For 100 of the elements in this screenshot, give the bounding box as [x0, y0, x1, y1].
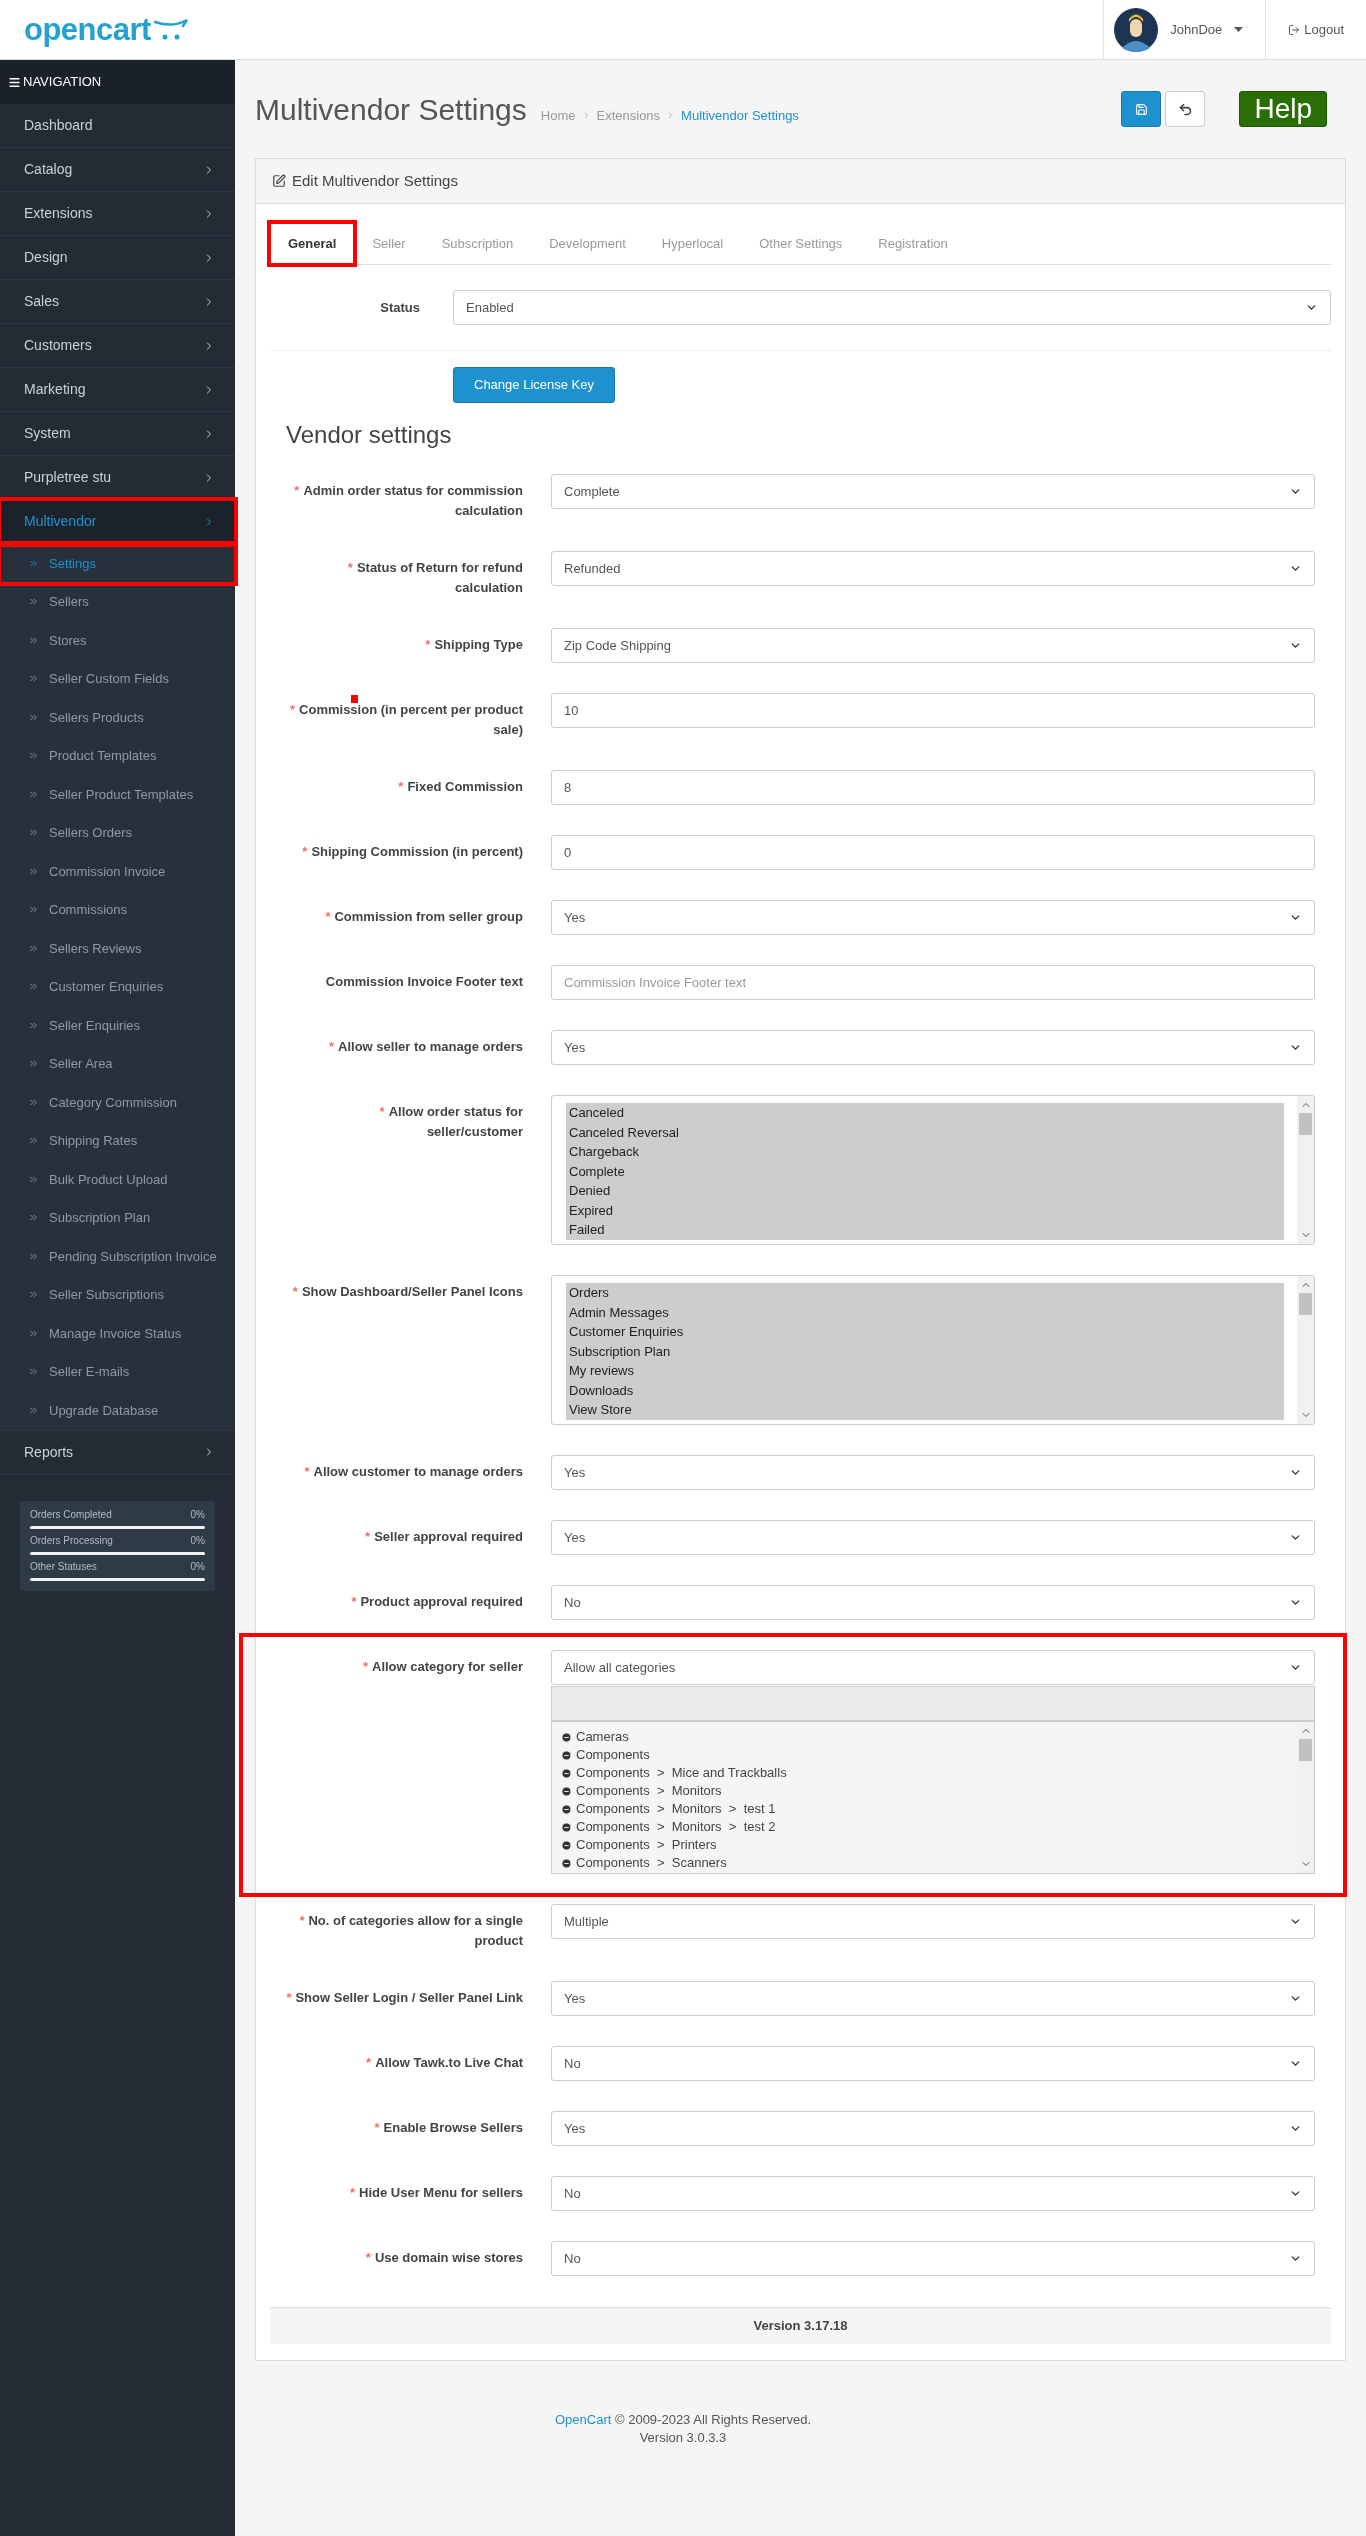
- list-option[interactable]: Admin Messages: [566, 1302, 1284, 1322]
- scrollbar-thumb[interactable]: [1299, 1113, 1312, 1135]
- nav-subitem[interactable]: Customer Enquiries: [0, 967, 235, 1006]
- help-button[interactable]: Help: [1239, 91, 1327, 127]
- nav-item[interactable]: Marketing: [0, 368, 235, 412]
- nav-item[interactable]: Customers: [0, 324, 235, 368]
- list-option[interactable]: Complete: [566, 1161, 1284, 1181]
- required-mark: *: [398, 779, 404, 794]
- back-button[interactable]: [1165, 91, 1206, 127]
- nav-subitem[interactable]: Upgrade Database: [0, 1391, 235, 1430]
- user-menu[interactable]: JohnDoe: [1103, 0, 1266, 59]
- nav-subitem[interactable]: Sellers Orders: [0, 813, 235, 852]
- scrollbar[interactable]: [1297, 1722, 1314, 1873]
- category-list[interactable]: Cameras Components Components > Mice and Trackballs Components > Monitors Components > Monitors > test 1 Components > Monitors > test 2 Components > Printers Components > Scanners: [551, 1721, 1315, 1874]
- select-field[interactable]: Yes: [551, 1455, 1315, 1490]
- remove-icon[interactable]: [561, 1839, 572, 1851]
- input-field[interactable]: 0: [551, 835, 1315, 870]
- nav-subitem[interactable]: Seller Product Templates: [0, 775, 235, 814]
- list-option[interactable]: Expired: [566, 1200, 1284, 1220]
- select-field[interactable]: No: [551, 1585, 1315, 1620]
- nav-subitem[interactable]: Sellers: [0, 582, 235, 621]
- nav-subitem[interactable]: Subscription Plan: [0, 1198, 235, 1237]
- remove-icon[interactable]: [561, 1749, 572, 1761]
- remove-icon[interactable]: [561, 1857, 572, 1869]
- select-field[interactable]: Complete: [551, 474, 1315, 509]
- search-field[interactable]: [551, 1686, 1315, 1721]
- multi-select-list[interactable]: Orders Admin Messages Customer Enquiries Subscription Plan My reviews Downloads View Store: [551, 1275, 1315, 1425]
- list-option[interactable]: Chargeback: [566, 1142, 1284, 1162]
- nav-subitem[interactable]: Stores: [0, 621, 235, 660]
- license-key-button[interactable]: Change License Key: [453, 367, 615, 403]
- select-field[interactable]: Yes: [551, 900, 1315, 935]
- select-field[interactable]: No: [551, 2241, 1315, 2276]
- nav-subitem[interactable]: Pending Subscription Invoice: [0, 1237, 235, 1276]
- remove-icon[interactable]: [561, 1803, 572, 1815]
- nav-item[interactable]: Catalog: [0, 148, 235, 192]
- menu-icon[interactable]: [8, 75, 21, 89]
- nav-subitem[interactable]: Commission Invoice: [0, 852, 235, 891]
- remove-icon[interactable]: [561, 1767, 572, 1779]
- nav-subitem[interactable]: Sellers Products: [0, 698, 235, 737]
- scrollbar[interactable]: [1297, 1096, 1314, 1244]
- category-item: Components > Monitors > test 1: [576, 1800, 776, 1819]
- select-field[interactable]: Multiple: [551, 1904, 1315, 1939]
- category-item: Components > Scanners: [576, 1854, 727, 1873]
- select-field[interactable]: Yes: [551, 1981, 1315, 2016]
- nav-item[interactable]: Purpletree stu: [0, 456, 235, 500]
- input-field[interactable]: 10: [551, 693, 1315, 728]
- select-field[interactable]: Yes: [551, 1030, 1315, 1065]
- nav-subitem[interactable]: Manage Invoice Status: [0, 1314, 235, 1353]
- list-option[interactable]: Failed: [566, 1220, 1284, 1240]
- nav-subitem[interactable]: Settings: [0, 544, 235, 583]
- nav-subitem[interactable]: Seller Enquiries: [0, 1006, 235, 1045]
- input-field[interactable]: 8: [551, 770, 1315, 805]
- select-field[interactable]: Yes: [551, 2111, 1315, 2146]
- nav-item[interactable]: System: [0, 412, 235, 456]
- nav-item[interactable]: Design: [0, 236, 235, 280]
- nav-item[interactable]: Sales: [0, 280, 235, 324]
- list-option[interactable]: Subscription Plan: [566, 1341, 1284, 1361]
- nav-subitem[interactable]: Commissions: [0, 890, 235, 929]
- save-button[interactable]: [1121, 91, 1162, 127]
- scrollbar-thumb[interactable]: [1299, 1739, 1312, 1761]
- remove-icon[interactable]: [561, 1785, 572, 1797]
- nav-subitem[interactable]: Seller Area: [0, 1044, 235, 1083]
- annotation-marker: [351, 695, 358, 703]
- list-option[interactable]: Downloads: [566, 1380, 1284, 1400]
- select-field[interactable]: No: [551, 2176, 1315, 2211]
- select-field[interactable]: Zip Code Shipping: [551, 628, 1315, 663]
- select-field[interactable]: No: [551, 2046, 1315, 2081]
- list-option[interactable]: Canceled Reversal: [566, 1122, 1284, 1142]
- select-field[interactable]: Yes: [551, 1520, 1315, 1555]
- field-label: Allow category for seller: [372, 1659, 523, 1674]
- remove-icon[interactable]: [561, 1731, 572, 1743]
- nav-subitem[interactable]: Seller Custom Fields: [0, 659, 235, 698]
- select-field[interactable]: Refunded: [551, 551, 1315, 586]
- nav-subitem[interactable]: Bulk Product Upload: [0, 1160, 235, 1199]
- list-option[interactable]: Customer Enquiries: [566, 1322, 1284, 1342]
- nav-subitem[interactable]: Product Templates: [0, 736, 235, 775]
- list-option[interactable]: View Store: [566, 1400, 1284, 1420]
- nav-subitem[interactable]: Sellers Reviews: [0, 929, 235, 968]
- list-option[interactable]: Orders: [566, 1283, 1284, 1303]
- status-select[interactable]: Enabled: [453, 290, 1331, 325]
- cart-icon: [152, 17, 189, 42]
- remove-icon[interactable]: [561, 1821, 572, 1833]
- scrollbar[interactable]: [1297, 1276, 1314, 1424]
- scrollbar-thumb[interactable]: [1299, 1293, 1312, 1315]
- stat-value: 0%: [190, 1559, 205, 1574]
- nav-subitem[interactable]: Category Commission: [0, 1083, 235, 1122]
- nav-item[interactable]: Dashboard: [0, 104, 235, 148]
- list-option[interactable]: Denied: [566, 1181, 1284, 1201]
- nav-item[interactable]: Extensions: [0, 192, 235, 236]
- field-label: Status: [379, 298, 421, 317]
- nav-subitem[interactable]: Seller Subscriptions: [0, 1275, 235, 1314]
- list-option[interactable]: Canceled: [566, 1103, 1284, 1123]
- input-field[interactable]: Commission Invoice Footer text: [551, 965, 1315, 1000]
- nav-subitem[interactable]: Shipping Rates: [0, 1121, 235, 1160]
- multi-select-list[interactable]: Canceled Canceled Reversal Chargeback Complete Denied Expired Failed: [551, 1095, 1315, 1245]
- select-field[interactable]: Allow all categories: [551, 1650, 1315, 1685]
- list-option[interactable]: My reviews: [566, 1361, 1284, 1381]
- logout-link[interactable]: Logout: [1265, 0, 1366, 59]
- nav-item[interactable]: Reports: [0, 1430, 235, 1475]
- nav-subitem[interactable]: Seller E-mails: [0, 1352, 235, 1391]
